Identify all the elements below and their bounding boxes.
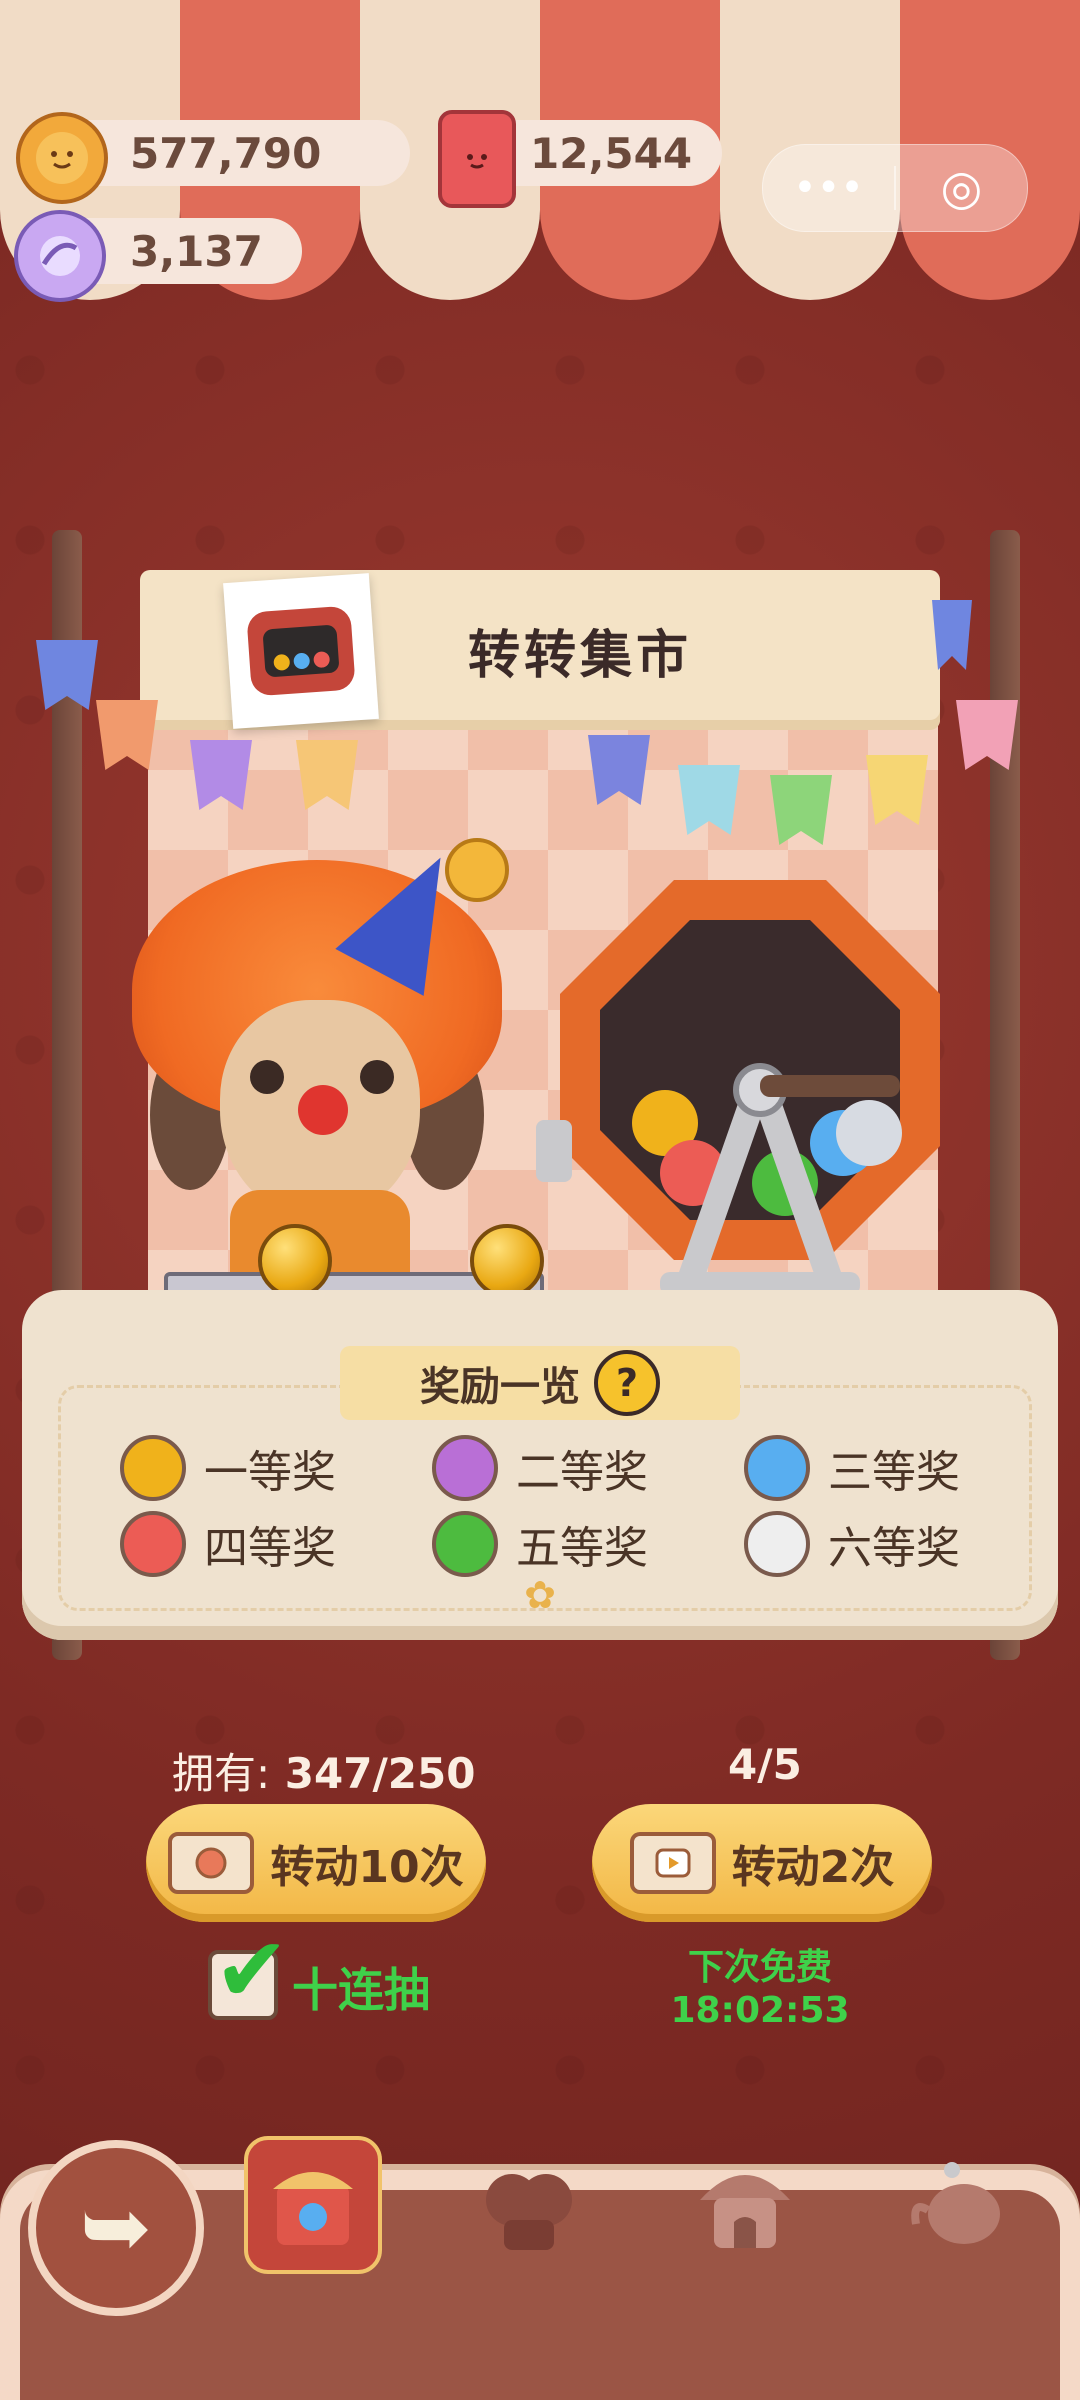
clown-eye <box>250 1060 284 1094</box>
nav-teapot[interactable] <box>896 2140 1026 2270</box>
clown-eye <box>360 1060 394 1094</box>
party-hat-pompom <box>445 838 509 902</box>
back-icon: ➥ <box>79 2178 153 2278</box>
prize-item-6: 六等奖 <box>744 1504 960 1584</box>
gold-prize-ball <box>470 1224 544 1298</box>
close-button[interactable]: ◎ <box>896 145 1027 231</box>
nav-market-stall[interactable] <box>244 2136 382 2274</box>
reward-title: 奖励一览 <box>420 1364 580 1410</box>
ball-chute <box>536 1120 572 1182</box>
market-stall-icon <box>273 2172 353 2245</box>
prize-label: 一等奖 <box>204 1447 336 1498</box>
video-quota: 4/5 <box>728 1740 802 1789</box>
prize-ball-icon <box>432 1511 498 1577</box>
owned-count: 拥有: 347/250 <box>172 1740 475 1801</box>
next-free-label: 下次免费 <box>687 1947 832 1988</box>
check-icon: ✔ <box>214 1918 290 2023</box>
candy-value: 3,137 <box>130 226 263 276</box>
prize-item-1: 一等奖 <box>120 1428 336 1508</box>
candy-icon <box>14 210 106 302</box>
reward-ribbon: 奖励一览 ? <box>340 1346 740 1420</box>
spin-10-button[interactable]: 转动10次 <box>146 1804 486 1922</box>
prize-item-3: 三等奖 <box>744 1428 960 1508</box>
gold-prize-ball <box>258 1224 332 1298</box>
help-icon[interactable]: ? <box>594 1350 660 1416</box>
prize-label: 三等奖 <box>828 1447 960 1498</box>
prize-ball-icon <box>432 1435 498 1501</box>
paw-icon: ✿ <box>524 1573 556 1617</box>
more-button[interactable]: ••• <box>763 145 894 231</box>
ticket-icon <box>168 1832 255 1894</box>
next-free-timer: 下次免费 18:02:53 <box>660 1938 860 2031</box>
more-icon: ••• <box>793 165 864 211</box>
owned-label: 拥有: <box>172 1749 271 1798</box>
cookie-value: 577,790 <box>130 128 322 178</box>
teapot-icon <box>911 2162 1000 2244</box>
prize-ball-icon <box>744 1435 810 1501</box>
prize-ball-icon <box>120 1435 186 1501</box>
crank-handle[interactable] <box>760 1075 900 1097</box>
clown-nose <box>298 1085 348 1135</box>
prize-item-4: 四等奖 <box>120 1504 336 1584</box>
prize-label: 二等奖 <box>516 1447 648 1498</box>
prize-ball-icon <box>744 1511 810 1577</box>
next-free-time: 18:02:53 <box>670 1990 850 2031</box>
spin-10-label: 转动10次 <box>270 1842 464 1893</box>
stall-title: 转转集市 <box>467 625 692 686</box>
candle-icon <box>438 110 516 208</box>
nav-costume[interactable] <box>464 2140 594 2270</box>
mini-program-capsule: ••• ◎ <box>762 144 1028 232</box>
prize-ball-icon <box>120 1511 186 1577</box>
tv-icon <box>223 573 379 729</box>
close-icon: ◎ <box>940 160 983 216</box>
candle-value: 12,544 <box>530 128 693 178</box>
prize-item-2: 二等奖 <box>432 1428 648 1508</box>
nav-house[interactable] <box>680 2140 810 2270</box>
spin-2-label: 转动2次 <box>731 1842 895 1893</box>
video-icon <box>629 1832 716 1894</box>
back-button[interactable]: ➥ <box>28 2140 204 2316</box>
spin-2-video-button[interactable]: 转动2次 <box>592 1804 932 1922</box>
prize-item-5: 五等奖 <box>432 1504 648 1584</box>
owned-value: 347/250 <box>284 1749 476 1798</box>
prize-label: 五等奖 <box>516 1523 648 1574</box>
ten-draw-label: 十连抽 <box>292 1963 430 2017</box>
prize-label: 六等奖 <box>828 1523 960 1574</box>
costume-icon <box>486 2174 572 2250</box>
cookie-icon <box>16 112 108 204</box>
house-icon <box>700 2175 790 2248</box>
prize-label: 四等奖 <box>204 1523 336 1574</box>
